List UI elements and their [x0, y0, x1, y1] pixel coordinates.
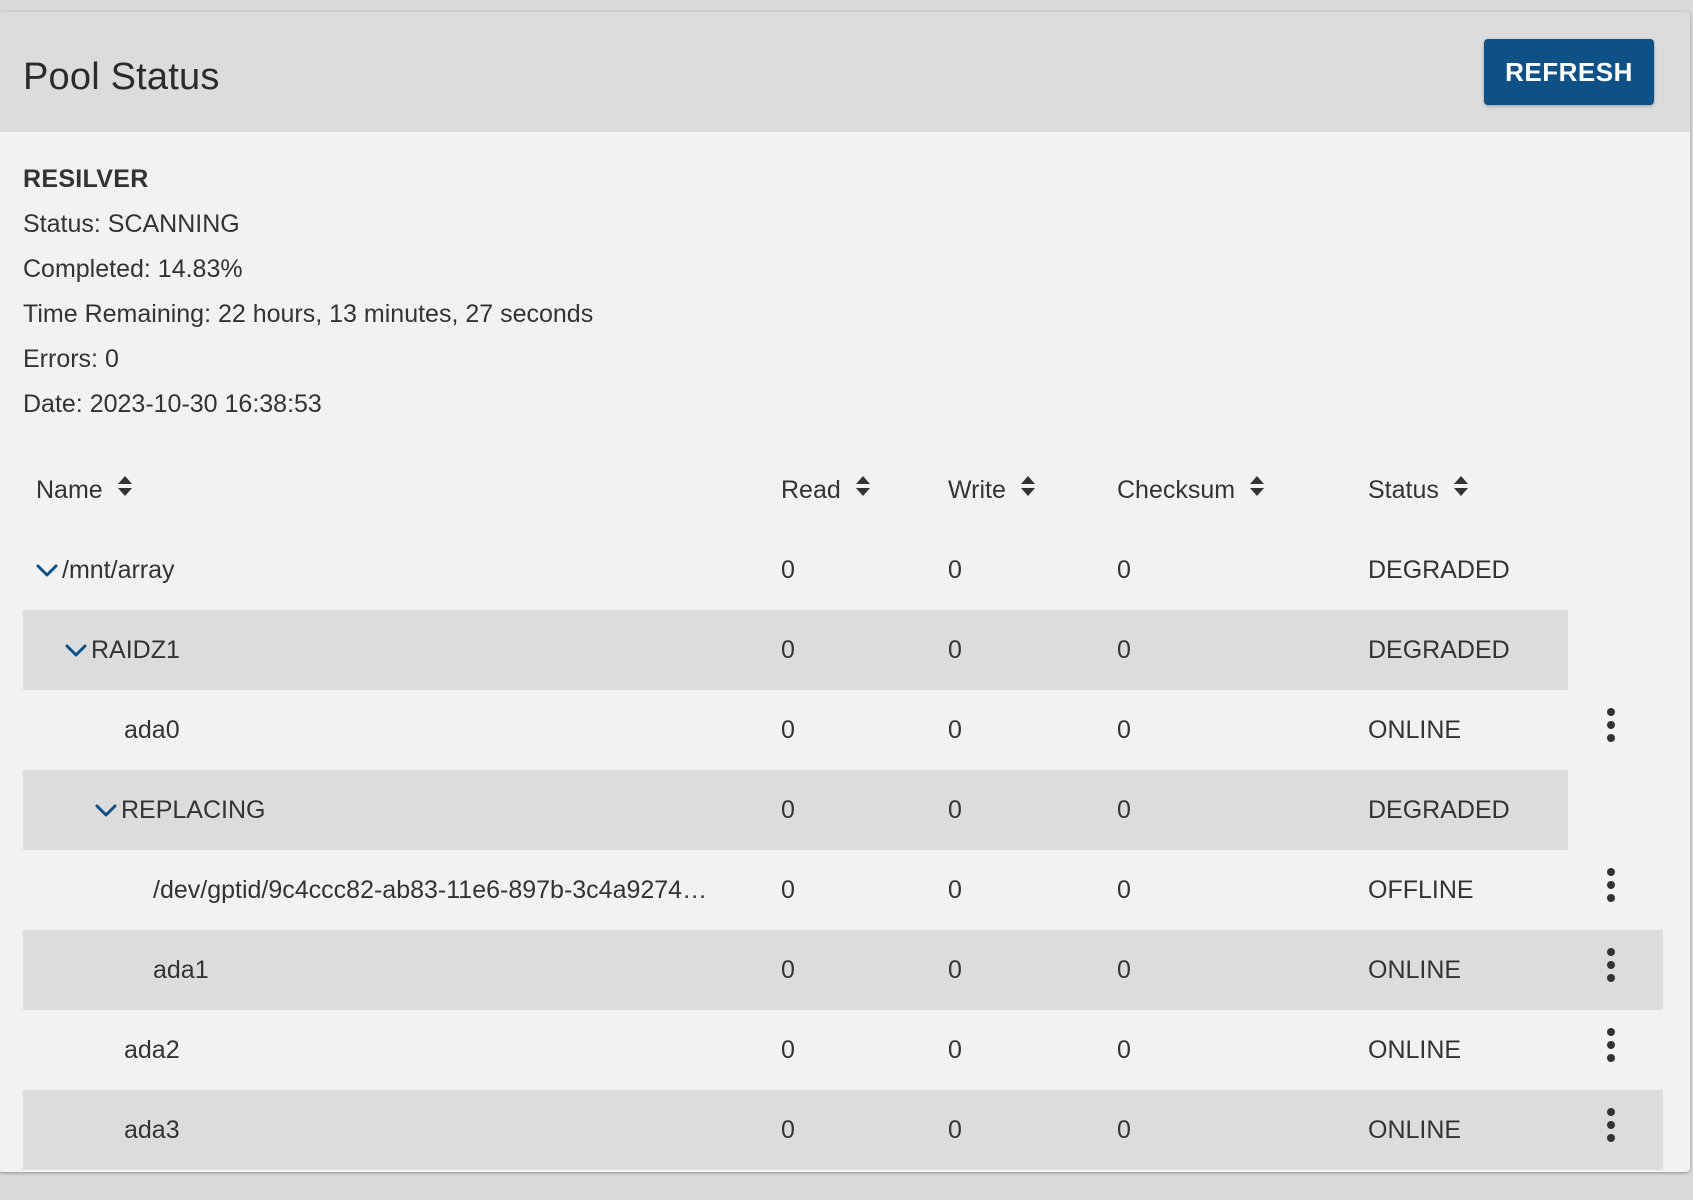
table-row[interactable]: ada0 0 0 0 ONLINE [23, 690, 1663, 770]
cell-name: ada3 [124, 1090, 180, 1170]
cell-read: 0 [781, 876, 795, 904]
cell-read: 0 [781, 556, 795, 584]
column-header-label: Write [948, 476, 1006, 504]
cell-status: DEGRADED [1368, 556, 1510, 584]
cell-write: 0 [948, 796, 962, 824]
row-name: REPLACING [121, 796, 266, 824]
cell-checksum: 0 [1117, 796, 1131, 824]
more-vert-icon[interactable] [1591, 1024, 1631, 1068]
row-name: /mnt/array [62, 556, 175, 584]
cell-checksum: 0 [1117, 1036, 1131, 1064]
table-body: /mnt/array 0 0 0 DEGRADED RAIDZ1 0 0 0 DEGRADED ad… [23, 530, 1663, 1170]
row-name: ada3 [124, 1116, 180, 1144]
cell-write: 0 [948, 636, 962, 664]
cell-status: ONLINE [1368, 1036, 1462, 1064]
cell-write: 0 [948, 1036, 962, 1064]
cell-name: ada1 [153, 930, 209, 1010]
chevron-down-icon[interactable] [36, 530, 62, 610]
cell-status: ONLINE [1368, 1116, 1462, 1144]
table-row[interactable]: RAIDZ1 0 0 0 DEGRADED [23, 610, 1568, 690]
pool-tree-table: Name Read Write Checksum Status /mnt/arr… [23, 450, 1663, 1170]
row-name: RAIDZ1 [91, 636, 180, 664]
cell-read: 0 [781, 716, 795, 744]
cell-status: DEGRADED [1368, 636, 1510, 664]
cell-name: RAIDZ1 [65, 610, 180, 690]
card-header: Pool Status REFRESH [0, 12, 1690, 132]
sort-icon [117, 449, 133, 529]
row-name: ada0 [124, 716, 180, 744]
cell-checksum: 0 [1117, 876, 1131, 904]
cell-status: DEGRADED [1368, 796, 1510, 824]
pool-status-card: Pool Status REFRESH RESILVER Status: SCA… [0, 12, 1690, 1172]
column-header-name[interactable]: Name [36, 450, 133, 530]
cell-name: ada2 [124, 1010, 180, 1090]
refresh-button[interactable]: REFRESH [1484, 39, 1654, 105]
scan-time-remaining: Time Remaining: 22 hours, 13 minutes, 27… [23, 300, 594, 328]
page-title: Pool Status [23, 56, 220, 98]
cell-status: OFFLINE [1368, 876, 1474, 904]
scan-status: Status: SCANNING [23, 210, 240, 238]
column-header-checksum[interactable]: Checksum [1117, 450, 1265, 530]
sort-icon [1453, 449, 1469, 529]
cell-checksum: 0 [1117, 716, 1131, 744]
scan-errors: Errors: 0 [23, 345, 119, 373]
scan-completed: Completed: 14.83% [23, 255, 243, 283]
table-row[interactable]: ada3 0 0 0 ONLINE [23, 1090, 1663, 1170]
table-row[interactable]: /mnt/array 0 0 0 DEGRADED [23, 530, 1663, 610]
cell-checksum: 0 [1117, 956, 1131, 984]
sort-icon [1249, 449, 1265, 529]
cell-write: 0 [948, 956, 962, 984]
column-header-label: Checksum [1117, 476, 1236, 504]
column-header-write[interactable]: Write [948, 450, 1036, 530]
chevron-down-icon[interactable] [65, 610, 91, 690]
sort-icon [1020, 449, 1036, 529]
cell-read: 0 [781, 956, 795, 984]
cell-read: 0 [781, 1036, 795, 1064]
cell-checksum: 0 [1117, 1116, 1131, 1144]
row-name: ada1 [153, 956, 209, 984]
table-header: Name Read Write Checksum Status [23, 450, 1663, 530]
scan-summary: RESILVER Status: SCANNING Completed: 14.… [23, 157, 593, 427]
row-name: /dev/gptid/9c4ccc82-ab83-11e6-897b-3c4a9… [153, 876, 708, 904]
cell-write: 0 [948, 1116, 962, 1144]
cell-name: /mnt/array [36, 530, 175, 610]
sort-icon [855, 449, 871, 529]
cell-name: /dev/gptid/9c4ccc82-ab83-11e6-897b-3c4a9… [153, 850, 707, 930]
cell-read: 0 [781, 796, 795, 824]
cell-name: REPLACING [95, 770, 265, 850]
table-row[interactable]: ada2 0 0 0 ONLINE [23, 1010, 1663, 1090]
cell-read: 0 [781, 1116, 795, 1144]
row-name: ada2 [124, 1036, 180, 1064]
column-header-label: Read [781, 476, 841, 504]
more-vert-icon[interactable] [1591, 864, 1631, 908]
column-header-status[interactable]: Status [1368, 450, 1469, 530]
cell-write: 0 [948, 556, 962, 584]
column-header-read[interactable]: Read [781, 450, 871, 530]
cell-checksum: 0 [1117, 636, 1131, 664]
cell-status: ONLINE [1368, 956, 1462, 984]
cell-name: ada0 [124, 690, 180, 770]
more-vert-icon[interactable] [1591, 944, 1631, 988]
more-vert-icon[interactable] [1591, 704, 1631, 748]
cell-write: 0 [948, 716, 962, 744]
table-row[interactable]: ada1 0 0 0 ONLINE [23, 930, 1663, 1010]
scan-date: Date: 2023-10-30 16:38:53 [23, 390, 322, 418]
column-header-label: Name [36, 476, 103, 504]
cell-status: ONLINE [1368, 716, 1462, 744]
cell-read: 0 [781, 636, 795, 664]
scan-heading: RESILVER [23, 165, 149, 193]
cell-write: 0 [948, 876, 962, 904]
chevron-down-icon[interactable] [95, 770, 121, 850]
more-vert-icon[interactable] [1591, 1104, 1631, 1148]
table-row[interactable]: /dev/gptid/9c4ccc82-ab83-11e6-897b-3c4a9… [23, 850, 1663, 930]
column-header-label: Status [1368, 476, 1439, 504]
table-row[interactable]: REPLACING 0 0 0 DEGRADED [23, 770, 1568, 850]
cell-checksum: 0 [1117, 556, 1131, 584]
